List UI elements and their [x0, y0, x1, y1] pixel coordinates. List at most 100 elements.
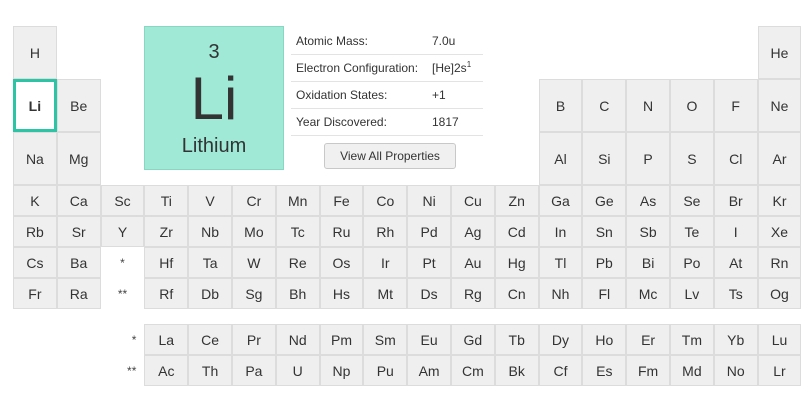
element-cell-mt[interactable]: Mt [363, 278, 408, 309]
element-cell-rg[interactable]: Rg [451, 278, 495, 309]
element-cell-s[interactable]: S [670, 132, 714, 185]
element-cell-bh[interactable]: Bh [275, 278, 320, 309]
element-cell-k[interactable]: K [13, 185, 57, 216]
element-cell-nb[interactable]: Nb [188, 216, 232, 247]
element-cell-xe[interactable]: Xe [757, 216, 802, 247]
element-cell-eu[interactable]: Eu [407, 324, 451, 355]
element-cell-bk[interactable]: Bk [494, 355, 539, 386]
element-cell-i[interactable]: I [713, 216, 758, 247]
element-cell-kr[interactable]: Kr [757, 185, 802, 216]
element-cell-ag[interactable]: Ag [451, 216, 495, 247]
element-cell-tm[interactable]: Tm [670, 324, 714, 355]
element-cell-re[interactable]: Re [275, 247, 320, 278]
element-cell-rh[interactable]: Rh [363, 216, 408, 247]
element-cell-cd[interactable]: Cd [494, 216, 539, 247]
element-cell-lu[interactable]: Lu [757, 324, 802, 355]
element-cell-sn[interactable]: Sn [582, 216, 627, 247]
element-cell-md[interactable]: Md [670, 355, 714, 386]
element-cell-yb[interactable]: Yb [713, 324, 758, 355]
element-cell-mo[interactable]: Mo [232, 216, 276, 247]
element-cell-as[interactable]: As [626, 185, 670, 216]
element-cell-sm[interactable]: Sm [363, 324, 408, 355]
element-cell-er[interactable]: Er [626, 324, 670, 355]
element-cell-u[interactable]: U [275, 355, 320, 386]
element-cell-ts[interactable]: Ts [713, 278, 758, 309]
element-cell-sr[interactable]: Sr [56, 216, 101, 247]
element-cell-pt[interactable]: Pt [407, 247, 451, 278]
element-cell-in[interactable]: In [538, 216, 583, 247]
element-cell-o[interactable]: O [670, 79, 714, 132]
element-cell-li[interactable]: Li [13, 79, 57, 132]
element-cell-sc[interactable]: Sc [100, 185, 145, 216]
element-cell-mc[interactable]: Mc [626, 278, 670, 309]
element-cell-w[interactable]: W [232, 247, 276, 278]
element-cell-te[interactable]: Te [670, 216, 714, 247]
element-cell-fl[interactable]: Fl [582, 278, 627, 309]
element-cell-cu[interactable]: Cu [451, 185, 495, 216]
element-cell-og[interactable]: Og [757, 278, 802, 309]
view-all-properties-button[interactable]: View All Properties [324, 143, 456, 169]
element-cell-rf[interactable]: Rf [144, 278, 189, 309]
element-cell-np[interactable]: Np [319, 355, 364, 386]
element-cell-p[interactable]: P [626, 132, 670, 185]
element-cell-hs[interactable]: Hs [319, 278, 364, 309]
element-cell-am[interactable]: Am [407, 355, 451, 386]
element-cell-sg[interactable]: Sg [232, 278, 276, 309]
element-cell-rn[interactable]: Rn [757, 247, 802, 278]
element-cell-ra[interactable]: Ra [56, 278, 101, 309]
element-cell-po[interactable]: Po [670, 247, 714, 278]
element-cell-nh[interactable]: Nh [538, 278, 583, 309]
element-cell-ga[interactable]: Ga [538, 185, 583, 216]
element-cell-ca[interactable]: Ca [56, 185, 101, 216]
element-cell-dy[interactable]: Dy [538, 324, 583, 355]
element-cell-na[interactable]: Na [13, 132, 57, 185]
element-cell-rb[interactable]: Rb [13, 216, 57, 247]
element-cell-pa[interactable]: Pa [232, 355, 276, 386]
element-cell-c[interactable]: C [582, 79, 627, 132]
element-cell-ru[interactable]: Ru [319, 216, 364, 247]
element-cell-se[interactable]: Se [670, 185, 714, 216]
element-cell-tl[interactable]: Tl [538, 247, 583, 278]
element-cell-pr[interactable]: Pr [232, 324, 276, 355]
element-cell-v[interactable]: V [188, 185, 232, 216]
element-cell-db[interactable]: Db [188, 278, 232, 309]
element-cell-ba[interactable]: Ba [56, 247, 101, 278]
element-cell-lv[interactable]: Lv [670, 278, 714, 309]
element-cell-ta[interactable]: Ta [188, 247, 232, 278]
element-cell-co[interactable]: Co [363, 185, 408, 216]
element-cell-cs[interactable]: Cs [13, 247, 57, 278]
element-cell-n[interactable]: N [626, 79, 670, 132]
element-cell-pu[interactable]: Pu [363, 355, 408, 386]
element-cell-cf[interactable]: Cf [538, 355, 583, 386]
element-cell-si[interactable]: Si [582, 132, 627, 185]
element-cell-cn[interactable]: Cn [494, 278, 539, 309]
element-cell-hf[interactable]: Hf [144, 247, 189, 278]
element-cell-sb[interactable]: Sb [626, 216, 670, 247]
element-cell-h[interactable]: H [13, 26, 57, 79]
element-cell-ti[interactable]: Ti [144, 185, 189, 216]
element-cell-tc[interactable]: Tc [275, 216, 320, 247]
element-cell-y[interactable]: Y [100, 216, 145, 247]
element-cell-th[interactable]: Th [188, 355, 232, 386]
element-cell-cm[interactable]: Cm [451, 355, 495, 386]
element-cell-au[interactable]: Au [451, 247, 495, 278]
element-cell-cr[interactable]: Cr [232, 185, 276, 216]
element-cell-nd[interactable]: Nd [275, 324, 320, 355]
element-cell-ge[interactable]: Ge [582, 185, 627, 216]
element-cell-os[interactable]: Os [319, 247, 364, 278]
element-cell-mg[interactable]: Mg [56, 132, 101, 185]
element-cell-ne[interactable]: Ne [757, 79, 802, 132]
element-cell-hg[interactable]: Hg [494, 247, 539, 278]
element-cell-mn[interactable]: Mn [275, 185, 320, 216]
element-cell-br[interactable]: Br [713, 185, 758, 216]
element-cell-zr[interactable]: Zr [144, 216, 189, 247]
element-cell-ds[interactable]: Ds [407, 278, 451, 309]
element-cell-ir[interactable]: Ir [363, 247, 408, 278]
element-cell-no[interactable]: No [713, 355, 758, 386]
element-cell-be[interactable]: Be [56, 79, 101, 132]
element-cell-he[interactable]: He [757, 26, 802, 79]
element-cell-ho[interactable]: Ho [582, 324, 627, 355]
element-cell-la[interactable]: La [144, 324, 189, 355]
element-cell-ar[interactable]: Ar [757, 132, 802, 185]
element-cell-at[interactable]: At [713, 247, 758, 278]
